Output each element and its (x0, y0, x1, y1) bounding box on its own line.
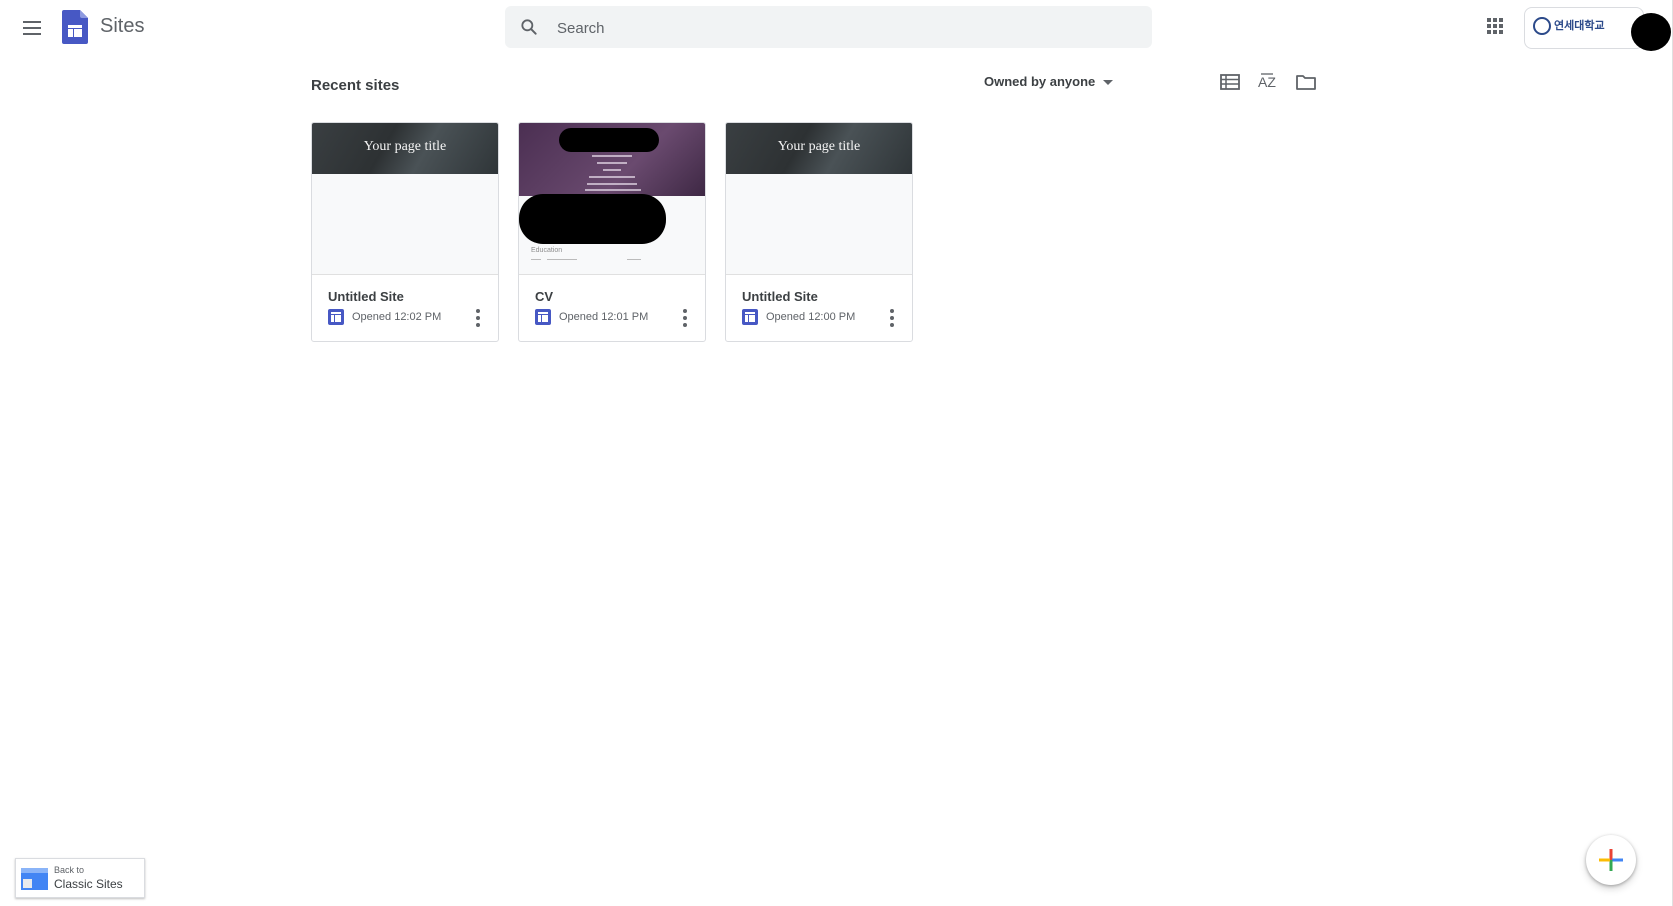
main-menu-button[interactable] (18, 14, 46, 42)
thumbnail-banner: Your page title (312, 123, 498, 174)
thumbnail-banner (519, 123, 705, 196)
apps-grid-icon[interactable] (1483, 14, 1507, 38)
classic-small-label: Back to (54, 865, 85, 875)
site-card[interactable]: Your page title Untitled Site Opened 12:… (725, 122, 913, 342)
site-thumbnail: Education (519, 123, 705, 275)
site-name: Untitled Site (328, 289, 404, 304)
more-vert-icon[interactable] (470, 309, 486, 327)
site-name: Untitled Site (742, 289, 818, 304)
more-vert-icon[interactable] (884, 309, 900, 327)
sort-az-icon: AZ (1258, 73, 1276, 90)
avatar[interactable] (1631, 13, 1671, 51)
folder-icon[interactable] (1294, 70, 1318, 94)
sort-az-label: AZ (1258, 74, 1276, 90)
thumbnail-page-title: Your page title (777, 139, 861, 154)
redacted-region (559, 128, 659, 152)
site-name: CV (535, 289, 554, 304)
owner-filter-dropdown[interactable]: Owned by anyone (984, 74, 1114, 89)
menu-icon (23, 21, 41, 23)
site-doc-icon (742, 309, 758, 325)
site-doc-icon (328, 309, 344, 325)
thumbnail-banner: Your page title (726, 123, 912, 174)
search-input[interactable] (555, 12, 1119, 44)
thumbnail-page-title: Your page title (363, 139, 447, 154)
redacted-region (519, 194, 666, 244)
classic-big-label: Classic Sites (54, 877, 123, 891)
university-seal-icon (1533, 17, 1551, 36)
account-switcher[interactable]: 연세대학교 (1524, 7, 1671, 51)
sort-az-button[interactable]: AZ (1256, 70, 1280, 94)
site-opened-time: Opened 12:01 PM (559, 311, 649, 323)
thumbnail-section-label: Education (531, 247, 563, 254)
site-thumbnail: Your page title (312, 123, 498, 275)
site-opened-time: Opened 12:02 PM (352, 311, 442, 323)
org-name: 연세대학교 (1554, 20, 1605, 32)
owner-filter-label: Owned by anyone (984, 74, 1096, 89)
site-opened-time: Opened 12:00 PM (766, 311, 856, 323)
app-title[interactable]: Sites (100, 15, 144, 38)
search-icon[interactable] (519, 17, 539, 37)
more-vert-icon[interactable] (677, 309, 693, 327)
plus-icon (1599, 849, 1623, 871)
site-doc-icon (535, 309, 551, 325)
site-card[interactable]: Your page title Untitled Site Opened 12:… (311, 122, 499, 342)
org-logo: 연세대학교 (1533, 17, 1605, 36)
list-view-icon[interactable] (1218, 70, 1242, 94)
site-thumbnail: Your page title (726, 123, 912, 275)
create-site-button[interactable] (1586, 835, 1636, 885)
classic-sites-icon (21, 868, 48, 890)
caret-down-icon (1103, 80, 1114, 86)
back-to-classic-sites-button[interactable]: Back to Classic Sites (15, 858, 145, 898)
site-card[interactable]: Education CV Opened 12:01 PM (518, 122, 706, 342)
sites-logo-icon[interactable] (62, 10, 88, 44)
top-bar: Sites 연세대학교 (0, 0, 1673, 56)
section-title: Recent sites (311, 77, 400, 94)
search-bar[interactable] (505, 6, 1152, 48)
